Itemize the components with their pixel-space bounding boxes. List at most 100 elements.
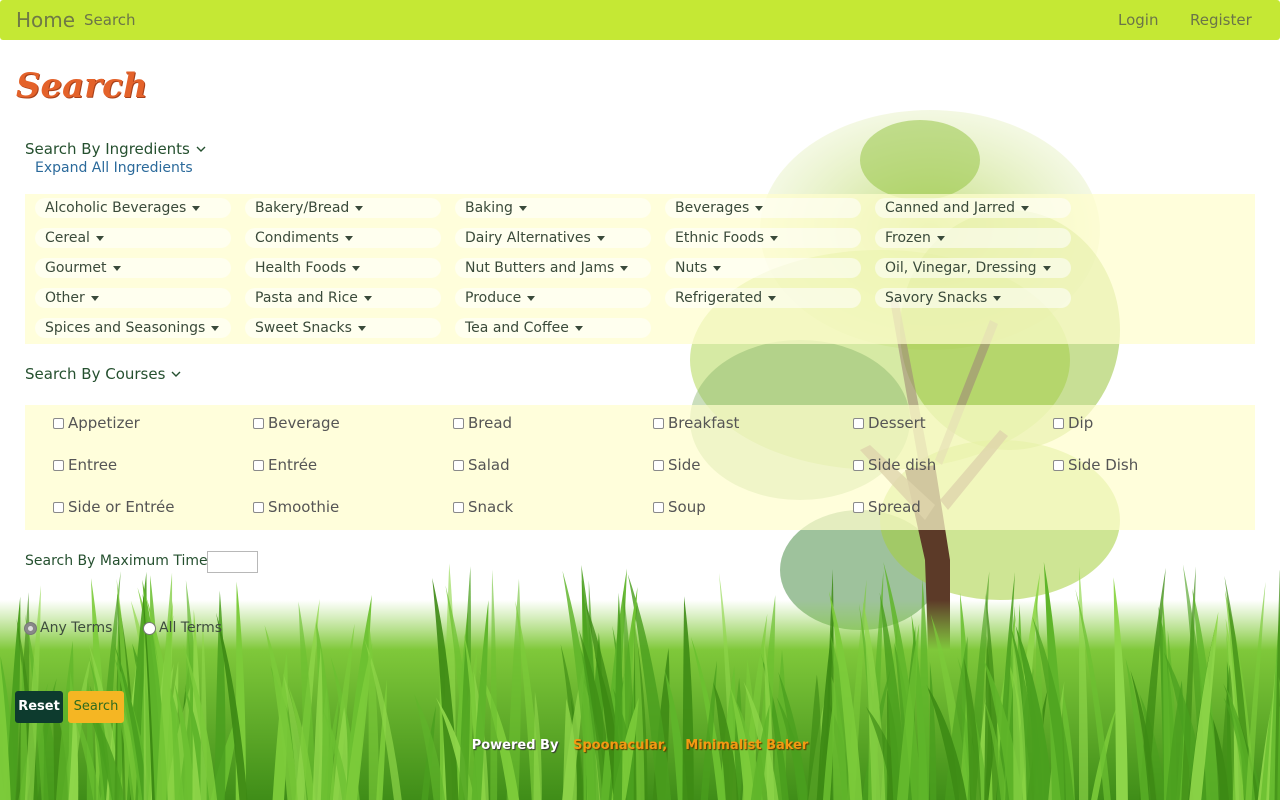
any-terms-radio[interactable]: Any Terms	[24, 620, 112, 636]
nav-login-link[interactable]: Login	[1118, 11, 1158, 29]
course-checkbox[interactable]: Side Dish	[1053, 456, 1138, 474]
search-button[interactable]: Search	[68, 691, 124, 723]
ingredient-label: Dairy Alternatives	[465, 230, 591, 246]
radio-checked-icon	[24, 621, 37, 635]
all-terms-label: All Terms	[159, 620, 223, 636]
ingredient-dropdown[interactable]: Cereal	[35, 228, 231, 248]
caret-down-icon	[518, 205, 527, 211]
course-checkbox[interactable]: Smoothie	[253, 498, 339, 516]
course-label: Snack	[468, 498, 514, 516]
course-checkbox[interactable]: Dip	[1053, 414, 1093, 432]
ingredient-dropdown[interactable]: Frozen	[875, 228, 1071, 248]
course-checkbox[interactable]: Appetizer	[53, 414, 140, 432]
caret-down-icon	[1042, 265, 1051, 271]
ingredient-label: Savory Snacks	[885, 290, 988, 306]
checkbox-unchecked-icon	[253, 501, 264, 513]
nav-search-link[interactable]: Search	[84, 11, 136, 29]
course-checkbox[interactable]: Side dish	[853, 456, 936, 474]
ingredient-dropdown[interactable]: Nut Butters and Jams	[455, 258, 651, 278]
ingredient-dropdown[interactable]: Pasta and Rice	[245, 288, 441, 308]
ingredient-dropdown[interactable]: Other	[35, 288, 231, 308]
course-checkbox[interactable]: Breakfast	[653, 414, 739, 432]
ingredient-dropdown[interactable]: Produce	[455, 288, 651, 308]
ingredient-dropdown[interactable]: Alcoholic Beverages	[35, 198, 231, 218]
minimalist-baker-link[interactable]: Minimalist Baker	[685, 738, 808, 753]
caret-down-icon	[344, 235, 353, 241]
checkbox-unchecked-icon	[253, 459, 264, 471]
ingredient-dropdown[interactable]: Refrigerated	[665, 288, 861, 308]
all-terms-radio[interactable]: All Terms	[143, 620, 222, 636]
course-label: Salad	[468, 456, 510, 474]
checkbox-unchecked-icon	[653, 417, 664, 429]
ingredients-heading-toggle[interactable]: Search By Ingredients	[25, 140, 206, 158]
ingredient-label: Pasta and Rice	[255, 290, 358, 306]
spoonacular-link[interactable]: Spoonacular,	[573, 738, 667, 753]
ingredient-dropdown[interactable]: Nuts	[665, 258, 861, 278]
checkbox-unchecked-icon	[853, 459, 864, 471]
caret-down-icon	[363, 295, 372, 301]
ingredient-dropdown[interactable]: Gourmet	[35, 258, 231, 278]
course-checkbox[interactable]: Soup	[653, 498, 706, 516]
course-checkbox[interactable]: Spread	[853, 498, 921, 516]
checkbox-unchecked-icon	[453, 417, 464, 429]
ingredient-label: Nuts	[675, 260, 708, 276]
course-checkbox[interactable]: Salad	[453, 456, 510, 474]
ingredient-label: Cereal	[45, 230, 90, 246]
caret-down-icon	[211, 325, 220, 331]
caret-down-icon	[596, 235, 605, 241]
expand-all-ingredients-link[interactable]: Expand All Ingredients	[35, 160, 193, 176]
course-checkbox[interactable]: Side or Entrée	[53, 498, 174, 516]
ingredient-label: Gourmet	[45, 260, 107, 276]
ingredient-label: Oil, Vinegar, Dressing	[885, 260, 1037, 276]
max-time-input[interactable]	[207, 551, 258, 573]
ingredient-dropdown[interactable]: Condiments	[245, 228, 441, 248]
ingredient-dropdown[interactable]: Beverages	[665, 198, 861, 218]
course-label: Soup	[668, 498, 706, 516]
caret-down-icon	[620, 265, 629, 271]
ingredient-dropdown[interactable]: Bakery/Bread	[245, 198, 441, 218]
course-label: Dessert	[868, 414, 926, 432]
course-checkbox[interactable]: Entrée	[253, 456, 317, 474]
course-checkbox[interactable]: Bread	[453, 414, 512, 432]
nav-register-link[interactable]: Register	[1190, 11, 1252, 29]
chevron-down-icon	[171, 371, 181, 377]
ingredient-label: Spices and Seasonings	[45, 320, 206, 336]
course-label: Beverage	[268, 414, 340, 432]
course-checkbox[interactable]: Dessert	[853, 414, 926, 432]
grass	[0, 561, 1280, 800]
ingredient-label: Baking	[465, 200, 513, 216]
ingredient-dropdown[interactable]: Spices and Seasonings	[35, 318, 231, 338]
checkbox-unchecked-icon	[853, 501, 864, 513]
checkbox-unchecked-icon	[653, 459, 664, 471]
max-time-label: Search By Maximum Time:	[25, 553, 213, 569]
ingredient-dropdown[interactable]: Oil, Vinegar, Dressing	[875, 258, 1071, 278]
ingredient-label: Other	[45, 290, 85, 306]
course-label: Side or Entrée	[68, 498, 175, 516]
ingredient-label: Alcoholic Beverages	[45, 200, 187, 216]
ingredient-dropdown[interactable]: Ethnic Foods	[665, 228, 861, 248]
caret-down-icon	[192, 205, 201, 211]
courses-heading-toggle[interactable]: Search By Courses	[25, 365, 181, 383]
chevron-down-icon	[196, 146, 206, 152]
course-checkbox[interactable]: Entree	[53, 456, 117, 474]
checkbox-unchecked-icon	[53, 417, 64, 429]
ingredient-label: Produce	[465, 290, 522, 306]
nav-home-link[interactable]: Home	[16, 8, 75, 32]
ingredient-label: Condiments	[255, 230, 339, 246]
ingredient-dropdown[interactable]: Sweet Snacks	[245, 318, 441, 338]
caret-down-icon	[527, 295, 536, 301]
ingredient-label: Ethnic Foods	[675, 230, 764, 246]
ingredient-dropdown[interactable]: Savory Snacks	[875, 288, 1071, 308]
course-checkbox[interactable]: Side	[653, 456, 700, 474]
ingredient-dropdown[interactable]: Tea and Coffee	[455, 318, 651, 338]
ingredient-dropdown[interactable]: Canned and Jarred	[875, 198, 1071, 218]
ingredient-label: Sweet Snacks	[255, 320, 352, 336]
course-checkbox[interactable]: Snack	[453, 498, 513, 516]
ingredient-dropdown[interactable]: Dairy Alternatives	[455, 228, 651, 248]
course-label: Entree	[68, 456, 118, 474]
ingredient-dropdown[interactable]: Health Foods	[245, 258, 441, 278]
ingredient-dropdown[interactable]: Baking	[455, 198, 651, 218]
ingredient-label: Frozen	[885, 230, 931, 246]
course-checkbox[interactable]: Beverage	[253, 414, 340, 432]
reset-button[interactable]: Reset	[15, 691, 63, 723]
